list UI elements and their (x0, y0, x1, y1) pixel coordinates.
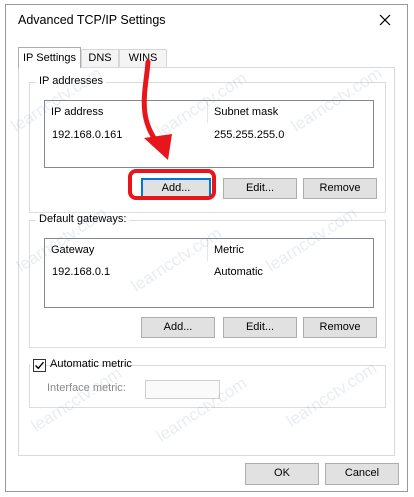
window-title: Advanced TCP/IP Settings (18, 13, 166, 27)
tab-dns[interactable]: DNS (81, 49, 119, 67)
interface-metric-label: Interface metric: (47, 382, 126, 394)
gateway-remove-button[interactable]: Remove (303, 317, 377, 338)
tab-ip-settings[interactable]: IP Settings (18, 47, 81, 68)
ip-list-header: IP address Subnet mask (45, 101, 373, 123)
tab-wins[interactable]: WINS (119, 49, 167, 67)
column-header-gateway[interactable]: Gateway (51, 244, 94, 256)
interface-metric-input[interactable] (145, 380, 220, 399)
column-header-subnet-mask[interactable]: Subnet mask (214, 106, 278, 118)
close-button[interactable] (363, 5, 407, 35)
gateway-add-button[interactable]: Add... (141, 317, 215, 338)
ip-addresses-list[interactable]: IP address Subnet mask 192.168.0.161 255… (44, 100, 374, 168)
ip-remove-button[interactable]: Remove (303, 178, 377, 199)
default-gateways-group: Default gateways: Gateway Metric 192.168… (29, 213, 386, 348)
subnet-mask-value: 255.255.255.0 (214, 129, 285, 141)
ip-edit-button[interactable]: Edit... (223, 178, 297, 199)
column-header-metric[interactable]: Metric (214, 244, 244, 256)
checkmark-icon (35, 361, 45, 370)
cancel-button[interactable]: Cancel (325, 463, 399, 485)
ip-address-value: 192.168.0.161 (52, 129, 123, 141)
advanced-tcpip-settings-dialog: Advanced TCP/IP Settings IP Settings DNS… (5, 4, 408, 492)
automatic-metric-label: Automatic metric (50, 358, 132, 370)
gateway-list-header: Gateway Metric (45, 239, 373, 261)
ip-settings-panel: IP addresses IP address Subnet mask 192.… (18, 67, 395, 456)
metric-value: Automatic (214, 266, 263, 278)
automatic-metric-option[interactable]: Automatic metric (31, 358, 132, 374)
metric-group: Automatic metric Interface metric: (29, 358, 386, 408)
close-icon (379, 14, 391, 26)
gateway-edit-button[interactable]: Edit... (223, 317, 297, 338)
automatic-metric-checkbox[interactable] (33, 359, 46, 372)
column-header-ip-address[interactable]: IP address (51, 106, 103, 118)
gateway-value: 192.168.0.1 (52, 266, 111, 278)
title-bar: Advanced TCP/IP Settings (6, 5, 407, 35)
ok-button[interactable]: OK (245, 463, 319, 485)
ip-addresses-title: IP addresses (36, 75, 107, 87)
gateways-list[interactable]: Gateway Metric 192.168.0.1 Automatic (44, 238, 374, 308)
default-gateways-title: Default gateways: (36, 213, 130, 225)
add-button-highlight (128, 169, 216, 200)
